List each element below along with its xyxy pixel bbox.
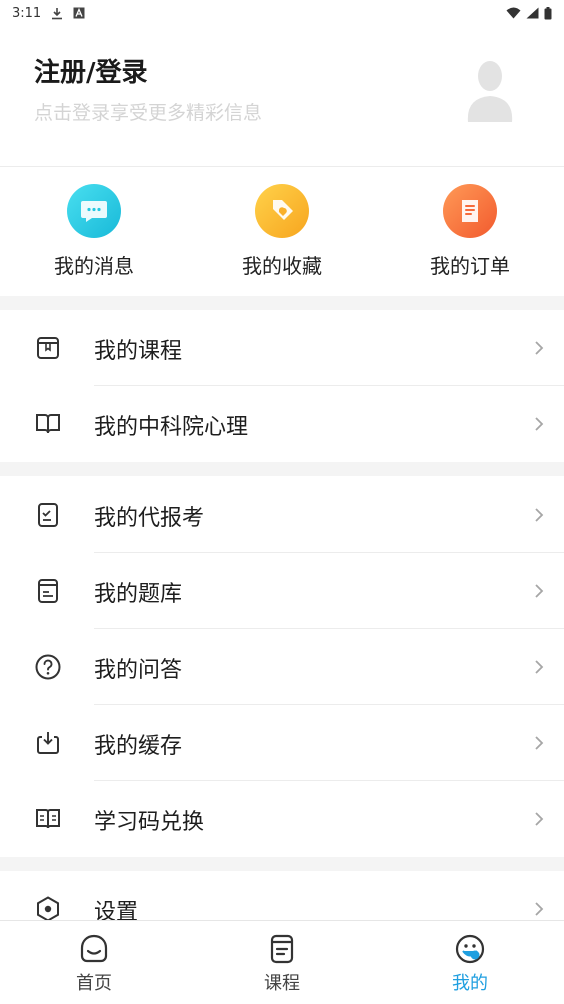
nav-label: 我的: [452, 973, 488, 994]
menu-item-question-bank[interactable]: 我的题库: [0, 553, 564, 629]
profile-header[interactable]: 注册/登录 点击登录享受更多精彩信息: [0, 26, 564, 167]
avatar[interactable]: [460, 56, 520, 126]
menu-item-label: 我的问答: [94, 658, 183, 683]
open-book-icon: [34, 410, 62, 438]
signal-icon: [526, 7, 539, 19]
mine-face-icon: [454, 933, 486, 965]
menu-item-exam-registration[interactable]: 我的代报考: [0, 477, 564, 553]
bottom-nav: 首页 课程 我的: [0, 920, 564, 1004]
login-hint-text: 点击登录享受更多精彩信息: [34, 102, 263, 124]
menu-item-label: 我的缓存: [94, 734, 183, 759]
status-bar: 3:11: [0, 0, 564, 26]
message-icon: [67, 184, 121, 238]
menu-item-study-code[interactable]: 学习码兑换: [0, 781, 564, 857]
wifi-icon: [506, 7, 521, 19]
download-icon: [51, 7, 63, 20]
nav-home[interactable]: 首页: [34, 933, 154, 995]
quick-label: 我的收藏: [242, 254, 322, 278]
chevron-right-icon: [532, 810, 546, 828]
chevron-right-icon: [532, 339, 546, 357]
quick-label: 我的消息: [54, 254, 134, 278]
default-avatar-icon: [467, 61, 513, 122]
quick-actions: 我的消息 我的收藏 我的订单: [0, 168, 564, 296]
menu-item-label: 我的课程: [94, 339, 183, 364]
nav-label: 课程: [264, 973, 300, 994]
chevron-right-icon: [532, 582, 546, 600]
favorite-tag-icon: [255, 184, 309, 238]
quick-item-favorites[interactable]: 我的收藏: [212, 184, 352, 279]
section-gap: [0, 296, 564, 310]
chevron-right-icon: [532, 415, 546, 433]
nav-courses[interactable]: 课程: [222, 933, 342, 995]
section-gap: [0, 857, 564, 871]
course-box-icon: [34, 334, 62, 362]
menu-item-cache[interactable]: 我的缓存: [0, 705, 564, 781]
course-doc-icon: [266, 933, 298, 965]
quick-item-messages[interactable]: 我的消息: [24, 184, 164, 279]
chevron-right-icon: [532, 658, 546, 676]
nav-mine[interactable]: 我的: [410, 933, 530, 995]
chevron-right-icon: [532, 506, 546, 524]
chevron-right-icon: [532, 900, 546, 918]
book-code-icon: [34, 805, 62, 833]
login-register-title[interactable]: 注册/登录: [34, 52, 148, 89]
menu-item-label: 我的中科院心理: [94, 415, 249, 440]
order-icon: [443, 184, 497, 238]
quick-item-orders[interactable]: 我的订单: [400, 184, 540, 279]
quick-label: 我的订单: [430, 254, 510, 278]
settings-hex-icon: [34, 895, 62, 923]
menu-item-my-courses[interactable]: 我的课程: [0, 310, 564, 386]
nav-label: 首页: [76, 973, 112, 994]
menu-item-qa[interactable]: 我的问答: [0, 629, 564, 705]
question-bank-icon: [34, 577, 62, 605]
menu-item-label: 学习码兑换: [94, 810, 205, 835]
question-circle-icon: [34, 653, 62, 681]
notification-a-icon: [73, 7, 85, 19]
section-gap: [0, 462, 564, 476]
download-tray-icon: [34, 729, 62, 757]
home-face-icon: [78, 933, 110, 965]
menu-item-label: 我的代报考: [94, 506, 205, 531]
checklist-icon: [34, 501, 62, 529]
menu-item-label: 我的题库: [94, 582, 183, 607]
status-time: 3:11: [12, 5, 42, 21]
battery-icon: [544, 6, 552, 20]
menu-item-cas-psychology[interactable]: 我的中科院心理: [0, 386, 564, 462]
chevron-right-icon: [532, 734, 546, 752]
